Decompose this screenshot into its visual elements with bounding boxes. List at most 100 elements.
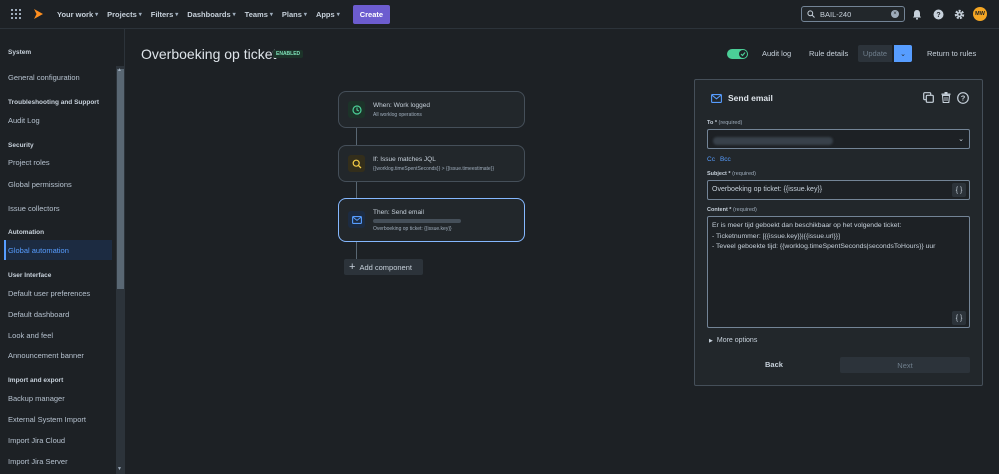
- nav-filters[interactable]: Filters ▾: [151, 10, 179, 19]
- chevron-down-icon: ▾: [95, 11, 99, 18]
- smart-value-braces-icon[interactable]: { }: [952, 311, 966, 325]
- nav-apps[interactable]: Apps ▾: [316, 10, 340, 19]
- clear-search-icon[interactable]: ×: [891, 10, 899, 18]
- nav-your-work[interactable]: Your work ▾: [57, 10, 98, 19]
- more-options-toggle[interactable]: ▶ More options: [709, 337, 757, 344]
- nav-projects[interactable]: Projects ▾: [107, 10, 142, 19]
- help-icon[interactable]: ?: [931, 7, 945, 21]
- sidebar-heading-security: Security: [8, 142, 34, 149]
- svg-text:?: ?: [960, 93, 965, 102]
- sidebar-scrollbar-thumb[interactable]: [117, 69, 124, 289]
- sidebar-item-default-dashboard[interactable]: Default dashboard: [8, 310, 69, 319]
- content-label: Content * (required): [707, 207, 757, 213]
- svg-text:?: ?: [936, 12, 940, 19]
- cc-bcc-links: Cc Bcc: [707, 156, 736, 163]
- sidebar-item-import-jira-cloud[interactable]: Import Jira Cloud: [8, 436, 65, 445]
- chevron-down-icon: ⌄: [958, 136, 964, 143]
- scroll-down-arrow-icon[interactable]: ▼: [117, 466, 122, 472]
- search-query: BAIL-240: [820, 9, 852, 19]
- action-title: Then: Send email: [373, 209, 424, 216]
- redacted-recipient: [713, 137, 833, 145]
- app-switcher-icon[interactable]: [11, 9, 21, 19]
- return-to-rules-button[interactable]: Return to rules: [927, 49, 976, 58]
- page-title: Overboeking op ticket: [141, 46, 277, 62]
- smart-value-braces-icon[interactable]: { }: [952, 183, 966, 197]
- rule-details-button[interactable]: Rule details: [809, 49, 848, 58]
- action-subtitle: Overboeking op ticket: {{issue.key}}: [373, 226, 452, 232]
- sidebar-item-import-jira-server[interactable]: Import Jira Server: [8, 457, 68, 466]
- action-node[interactable]: Then: Send email Overboeking op ticket: …: [338, 198, 525, 242]
- nav-teams[interactable]: Teams ▾: [245, 10, 273, 19]
- chevron-down-icon: ▾: [269, 11, 273, 18]
- sidebar-heading-automation: Automation: [8, 229, 45, 236]
- scroll-up-arrow-icon[interactable]: ▲: [117, 67, 122, 73]
- nav-plans[interactable]: Plans ▾: [282, 10, 307, 19]
- chevron-down-icon: ▾: [336, 11, 340, 18]
- magnifier-icon: [348, 155, 365, 172]
- chevron-down-icon: ▾: [138, 11, 142, 18]
- copy-icon[interactable]: [922, 91, 935, 104]
- chevron-right-icon: ▶: [709, 338, 713, 344]
- next-button[interactable]: Next: [840, 357, 970, 373]
- notifications-icon[interactable]: [910, 7, 924, 21]
- sidebar-heading-user-interface: User Interface: [8, 272, 52, 279]
- subject-label: Subject * (required): [707, 171, 756, 177]
- sidebar-item-issue-collectors[interactable]: Issue collectors: [8, 204, 60, 213]
- redacted-recipient: [373, 219, 461, 223]
- sidebar-heading-troubleshooting: Troubleshooting and Support: [8, 99, 99, 106]
- sidebar-item-look-and-feel[interactable]: Look and feel: [8, 331, 53, 340]
- component-config-panel: Send email ? To * (required) ⌄ Cc Bcc Sub…: [694, 79, 983, 386]
- sidebar-item-audit-log[interactable]: Audit Log: [8, 116, 40, 125]
- subject-value: Overboeking op ticket: {{issue.key}}: [712, 186, 823, 193]
- user-avatar[interactable]: MW: [973, 7, 987, 21]
- condition-node[interactable]: If: Issue matches JQL {{worklog.timeSpen…: [338, 145, 525, 182]
- trigger-node[interactable]: When: Work logged All worklog operations: [338, 91, 525, 128]
- update-button[interactable]: Update: [858, 45, 892, 62]
- delete-trash-icon[interactable]: [939, 91, 952, 104]
- plus-icon: +: [349, 260, 356, 273]
- back-button[interactable]: Back: [765, 360, 783, 369]
- update-dropdown-chevron-icon[interactable]: ⌄: [894, 45, 912, 62]
- sidebar-item-global-permissions[interactable]: Global permissions: [8, 180, 72, 189]
- sidebar-item-general-configuration[interactable]: General configuration: [8, 73, 80, 82]
- bcc-link[interactable]: Bcc: [720, 156, 731, 163]
- nav-menu: Your work ▾ Projects ▾ Filters ▾ Dashboards…: [57, 10, 349, 19]
- panel-title: Send email: [728, 93, 773, 103]
- sidebar-item-backup-manager[interactable]: Backup manager: [8, 394, 65, 403]
- status-badge: ENABLED: [273, 50, 304, 58]
- search-input[interactable]: BAIL-240 ×: [801, 6, 905, 22]
- create-button[interactable]: Create: [352, 4, 391, 24]
- to-label: To * (required): [707, 120, 743, 126]
- to-recipient-select[interactable]: ⌄: [707, 129, 970, 149]
- top-navigation: Your work ▾ Projects ▾ Filters ▾ Dashboards…: [0, 0, 999, 29]
- sidebar-item-global-automation[interactable]: Global automation: [8, 246, 69, 255]
- admin-sidebar: System General configuration Troubleshoo…: [0, 29, 125, 474]
- sidebar-item-project-roles[interactable]: Project roles: [8, 158, 50, 167]
- flow-connector: [356, 181, 357, 199]
- help-circle-icon[interactable]: ?: [956, 91, 969, 104]
- trigger-subtitle: All worklog operations: [373, 112, 422, 118]
- nav-dashboards[interactable]: Dashboards ▾: [187, 10, 235, 19]
- flow-connector: [356, 242, 357, 260]
- rule-enabled-toggle[interactable]: [727, 49, 748, 59]
- toggle-check-icon: [739, 50, 747, 58]
- search-icon: [807, 10, 815, 18]
- content-textarea[interactable]: Er is meer tijd geboekt dan beschikbaar …: [707, 216, 970, 328]
- sidebar-item-default-user-preferences[interactable]: Default user preferences: [8, 289, 90, 298]
- settings-gear-icon[interactable]: [952, 7, 966, 21]
- chevron-down-icon: ▾: [175, 11, 179, 18]
- jira-logo-icon[interactable]: [31, 7, 45, 21]
- add-component-button[interactable]: + Add component: [344, 259, 423, 275]
- condition-title: If: Issue matches JQL: [373, 156, 436, 163]
- sidebar-content: System General configuration Troubleshoo…: [0, 29, 116, 474]
- chevron-down-icon: ▾: [232, 11, 236, 18]
- chevron-down-icon: ▾: [303, 11, 307, 18]
- email-icon: [711, 94, 722, 105]
- audit-log-button[interactable]: Audit log: [762, 49, 791, 58]
- sidebar-item-announcement-banner[interactable]: Announcement banner: [8, 351, 84, 360]
- cc-link[interactable]: Cc: [707, 156, 715, 163]
- content-value: Er is meer tijd geboekt dan beschikbaar …: [712, 222, 936, 250]
- subject-input[interactable]: Overboeking op ticket: {{issue.key}} { }: [707, 180, 970, 200]
- sidebar-heading-import-export: Import and export: [8, 377, 64, 384]
- sidebar-item-external-system-import[interactable]: External System Import: [8, 415, 86, 424]
